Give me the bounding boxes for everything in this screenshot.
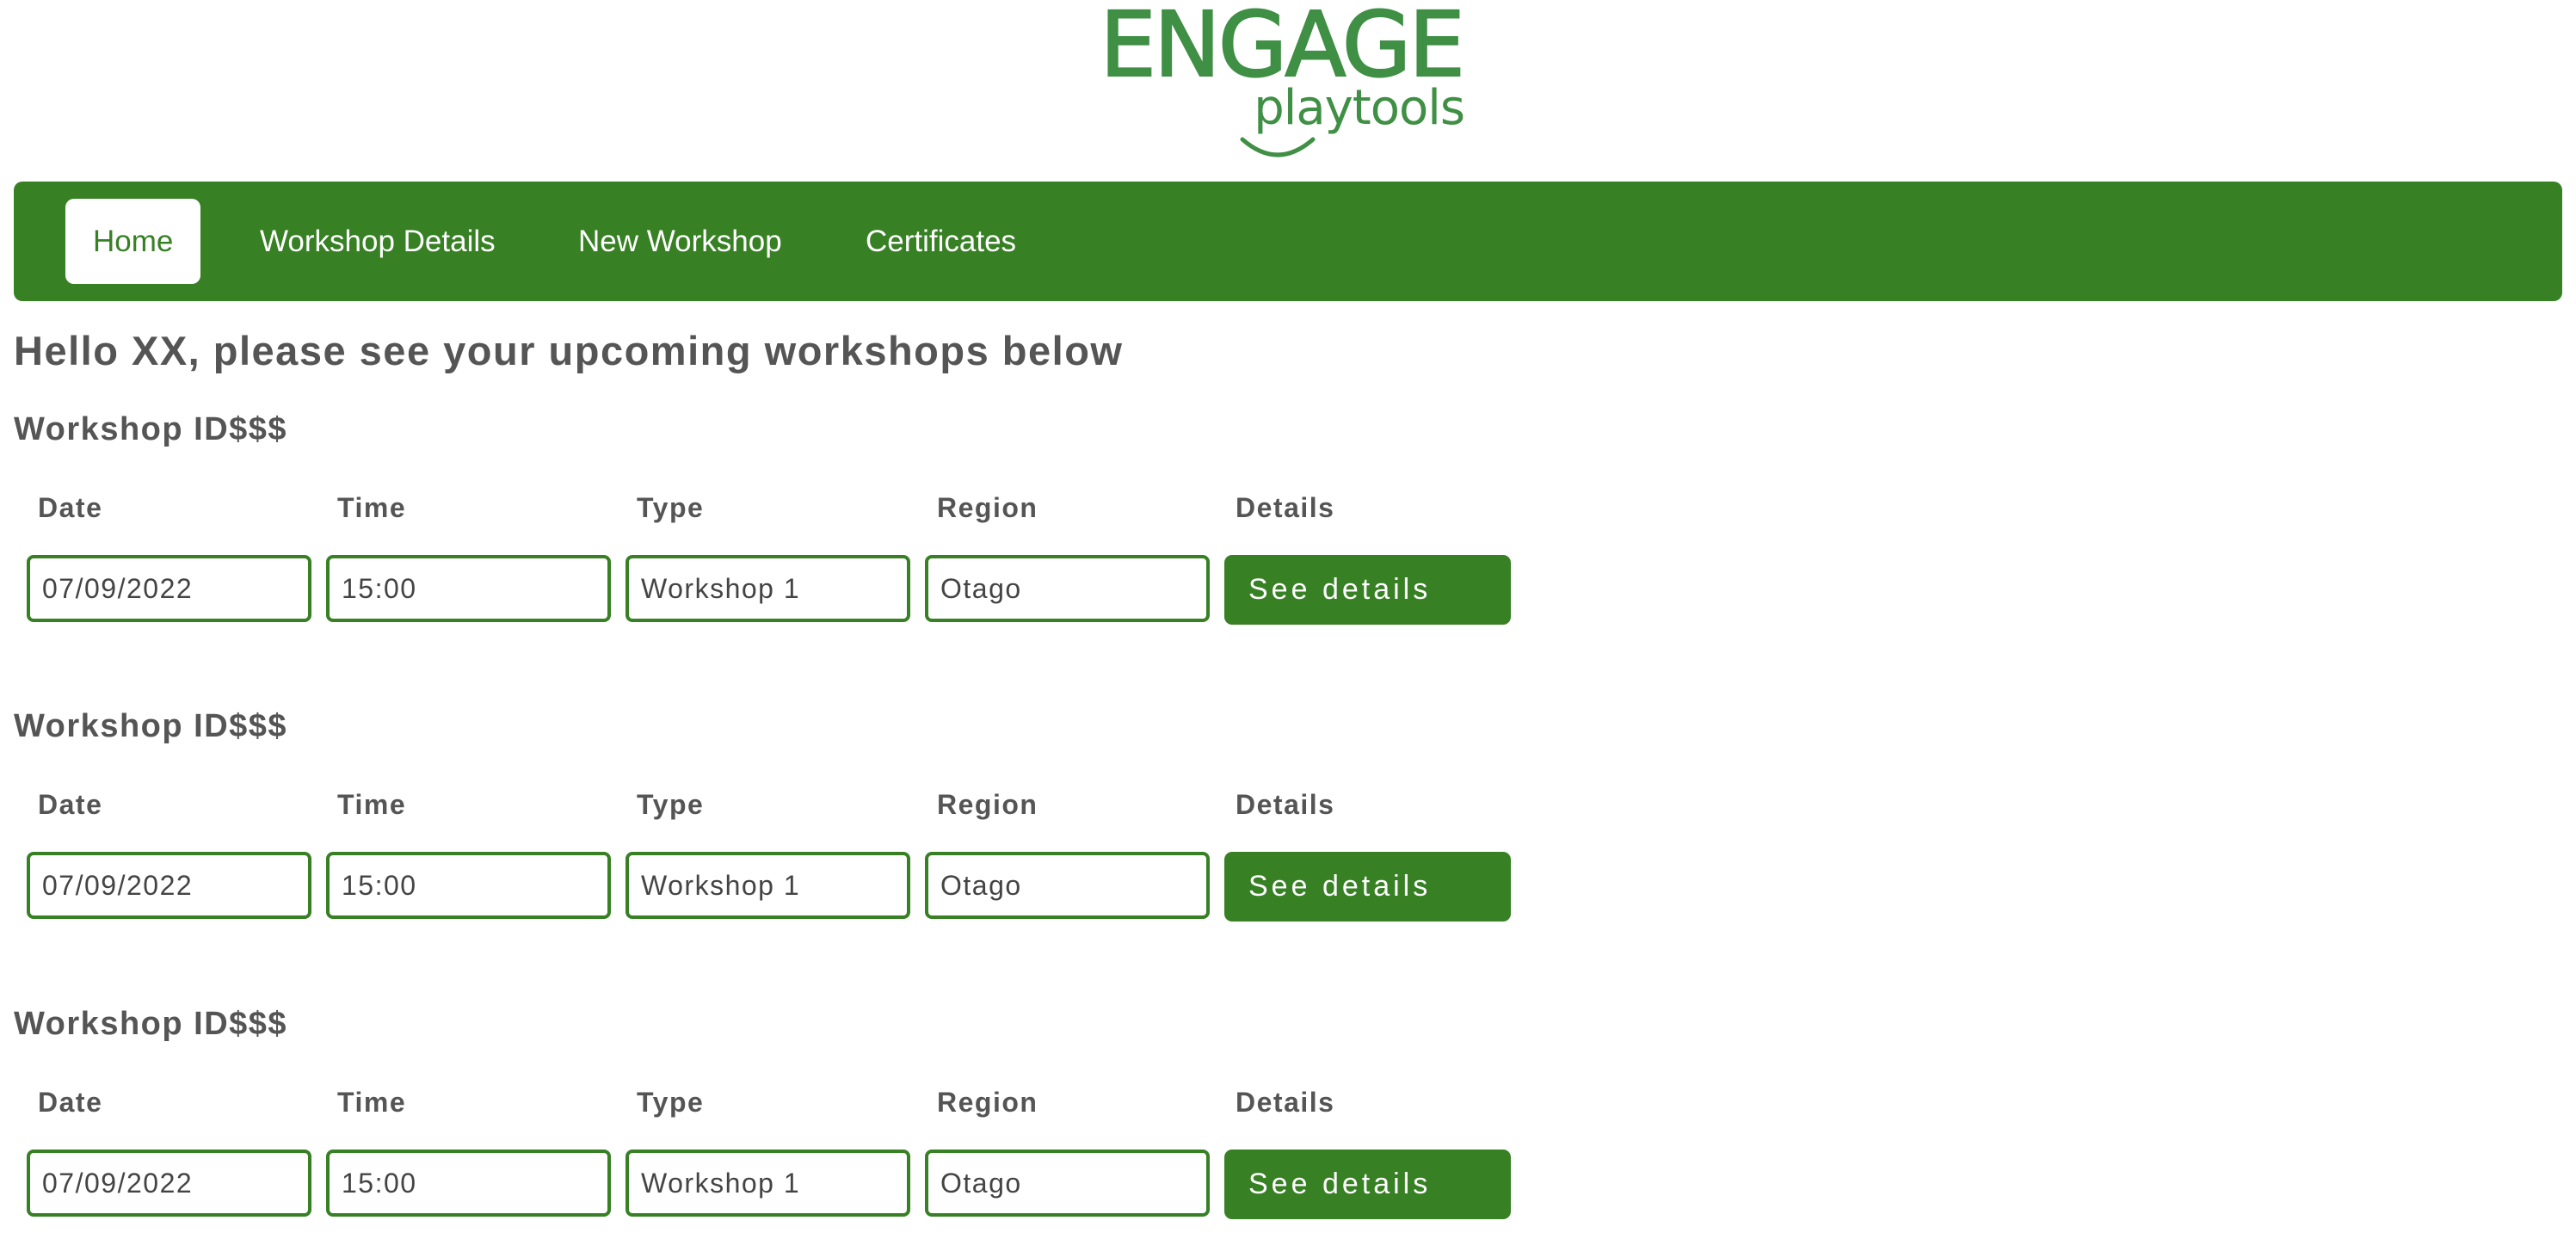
type-label: Type <box>637 789 705 820</box>
workshop-card: Workshop ID$$$ Date Time Type Region Det… <box>0 708 1549 966</box>
nav-home[interactable]: Home <box>65 199 201 284</box>
details-label: Details <box>1236 1087 1335 1118</box>
time-field[interactable] <box>326 555 611 622</box>
region-label: Region <box>937 492 1038 523</box>
date-label: Date <box>38 789 103 820</box>
date-field[interactable] <box>27 555 311 622</box>
page-greeting: Hello XX, please see your upcoming works… <box>14 328 1124 373</box>
workshop-title: Workshop ID$$$ <box>14 1006 288 1042</box>
see-details-button[interactable]: See details <box>1224 852 1511 922</box>
workshop-title: Workshop ID$$$ <box>14 411 288 447</box>
logo-subtitle: playtools <box>1254 80 1465 136</box>
time-field[interactable] <box>326 852 611 919</box>
details-label: Details <box>1236 492 1335 523</box>
date-label: Date <box>38 1087 103 1118</box>
main-navbar: Home Workshop Details New Workshop Certi… <box>14 182 2562 301</box>
workshop-card: Workshop ID$$$ Date Time Type Region Det… <box>0 411 1549 669</box>
region-label: Region <box>937 789 1038 820</box>
type-label: Type <box>637 492 705 523</box>
logo-wordmark: ENGAGE <box>1099 0 1466 97</box>
time-label: Time <box>337 789 407 820</box>
type-field[interactable] <box>626 852 910 919</box>
region-label: Region <box>937 1087 1038 1118</box>
workshop-card: Workshop ID$$$ Date Time Type Region Det… <box>0 1006 1549 1239</box>
nav-new-workshop[interactable]: New Workshop <box>551 199 810 284</box>
date-label: Date <box>38 492 103 523</box>
nav-certificates[interactable]: Certificates <box>838 199 1044 284</box>
time-label: Time <box>337 1087 407 1118</box>
region-field[interactable] <box>925 852 1210 919</box>
see-details-button[interactable]: See details <box>1224 555 1511 625</box>
date-field[interactable] <box>27 1150 311 1217</box>
region-field[interactable] <box>925 1150 1210 1217</box>
nav-workshop-details[interactable]: Workshop Details <box>232 199 523 284</box>
logo-smile-icon <box>1240 137 1316 157</box>
region-field[interactable] <box>925 555 1210 622</box>
see-details-button[interactable]: See details <box>1224 1150 1511 1219</box>
time-field[interactable] <box>326 1150 611 1217</box>
type-label: Type <box>637 1087 705 1118</box>
details-label: Details <box>1236 789 1335 820</box>
type-field[interactable] <box>626 1150 910 1217</box>
date-field[interactable] <box>27 852 311 919</box>
type-field[interactable] <box>626 555 910 622</box>
time-label: Time <box>337 492 407 523</box>
workshop-title: Workshop ID$$$ <box>14 708 288 744</box>
engage-playtools-logo: ENGAGE playtools <box>1099 0 1466 157</box>
